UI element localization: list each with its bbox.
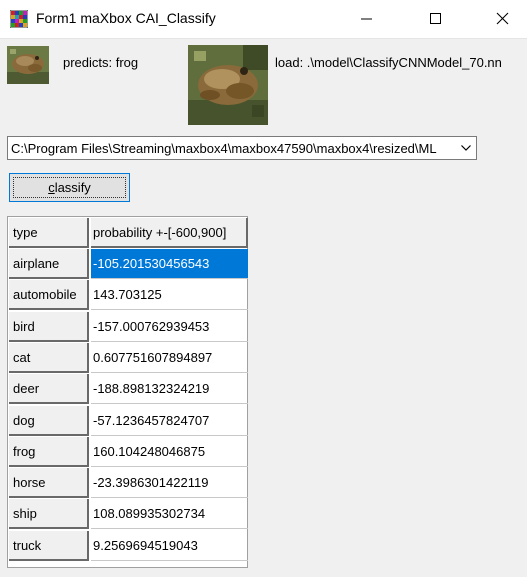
- image-path-combobox[interactable]: C:\Program Files\Streaming\maxbox4\maxbo…: [7, 136, 477, 160]
- row-type-label: frog: [13, 443, 36, 459]
- row-probability-value: 9.2569694519043: [93, 537, 198, 553]
- table-row[interactable]: ship 108.089935302734: [9, 499, 248, 530]
- table-row[interactable]: bird -157.000762939453: [9, 311, 248, 343]
- row-type-label: automobile: [13, 287, 77, 303]
- row-type-cell: airplane: [9, 249, 89, 279]
- row-type-cell: bird: [9, 311, 89, 342]
- table-row[interactable]: deer -188.898132324219: [9, 374, 248, 405]
- row-probability-cell[interactable]: -188.898132324219: [91, 374, 248, 405]
- results-grid[interactable]: type probability +-[-600,900] airplane -1…: [7, 216, 248, 568]
- title-bar[interactable]: Form1 maXbox CAI_Classify: [0, 0, 527, 39]
- row-type-cell: deer: [9, 374, 89, 405]
- grid-header-type: type: [9, 218, 89, 248]
- chevron-down-icon[interactable]: [461, 145, 471, 151]
- row-type-cell: ship: [9, 499, 89, 530]
- row-type-label: horse: [13, 475, 46, 491]
- row-probability-value: 160.104248046875: [93, 443, 206, 459]
- row-type-label: cat: [13, 349, 31, 365]
- row-type-cell: truck: [9, 530, 89, 561]
- row-probability-value: 108.089935302734: [93, 506, 206, 522]
- table-row[interactable]: horse -23.3986301422119: [9, 468, 248, 499]
- row-probability-cell[interactable]: 108.089935302734: [91, 499, 248, 530]
- frog-image-large: [188, 45, 268, 125]
- row-probability-cell[interactable]: 160.104248046875: [91, 437, 248, 467]
- grid-header-probability-label: probability +-[-600,900]: [93, 225, 227, 240]
- maximize-icon: [430, 13, 441, 24]
- row-probability-cell[interactable]: -105.201530456543: [91, 249, 248, 279]
- maximize-button[interactable]: [413, 0, 459, 38]
- row-probability-value: -157.000762939453: [93, 318, 210, 334]
- table-row[interactable]: airplane -105.201530456543: [9, 249, 248, 280]
- table-row[interactable]: frog 160.104248046875: [9, 436, 248, 468]
- row-probability-cell[interactable]: 143.703125: [91, 280, 248, 311]
- classify-button[interactable]: classify: [9, 173, 130, 202]
- row-probability-value: -105.201530456543: [93, 256, 210, 271]
- minimize-icon: [361, 18, 372, 20]
- row-type-label: airplane: [13, 256, 60, 271]
- window-title: Form1 maXbox CAI_Classify: [36, 10, 216, 26]
- frog-thumbnail-small: [7, 46, 49, 84]
- row-probability-value: 143.703125: [93, 287, 162, 303]
- close-icon: [496, 12, 509, 25]
- close-button[interactable]: [480, 0, 526, 38]
- row-type-label: truck: [13, 537, 42, 553]
- table-row[interactable]: dog -57.1236457824707: [9, 405, 248, 437]
- prediction-label: predicts: frog: [63, 55, 139, 70]
- row-probability-value: -23.3986301422119: [93, 475, 209, 491]
- row-type-label: dog: [13, 412, 35, 428]
- row-probability-value: -188.898132324219: [93, 381, 210, 397]
- row-probability-value: -57.1236457824707: [93, 412, 210, 428]
- row-type-label: deer: [13, 381, 40, 397]
- focus-rectangle: [13, 177, 126, 198]
- row-type-cell: automobile: [9, 280, 89, 311]
- row-probability-cell[interactable]: -57.1236457824707: [91, 406, 248, 436]
- row-type-cell: cat: [9, 342, 89, 373]
- image-path-value: C:\Program Files\Streaming\maxbox4\maxbo…: [11, 141, 437, 156]
- row-type-cell: dog: [9, 405, 89, 436]
- row-type-label: ship: [13, 506, 37, 522]
- grid-header-probability: probability +-[-600,900]: [91, 218, 248, 248]
- grid-header-row: type probability +-[-600,900]: [9, 218, 248, 249]
- table-row[interactable]: cat 0.607751607894897: [9, 342, 248, 374]
- minimize-button[interactable]: [344, 0, 390, 38]
- row-probability-cell[interactable]: -157.000762939453: [91, 312, 248, 342]
- row-type-cell: frog: [9, 436, 89, 467]
- row-probability-cell[interactable]: -23.3986301422119: [91, 468, 248, 499]
- row-type-label: bird: [13, 318, 35, 334]
- table-row[interactable]: truck 9.2569694519043: [9, 530, 248, 562]
- grid-header-type-label: type: [13, 225, 38, 240]
- table-row[interactable]: automobile 143.703125: [9, 280, 248, 311]
- maxbox-app-icon: [10, 10, 28, 28]
- row-probability-value: 0.607751607894897: [93, 349, 213, 365]
- row-type-cell: horse: [9, 468, 89, 499]
- row-probability-cell[interactable]: 9.2569694519043: [91, 531, 248, 561]
- model-path-label: load: .\model\ClassifyCNNModel_70.nn: [275, 55, 502, 70]
- row-probability-cell[interactable]: 0.607751607894897: [91, 343, 248, 373]
